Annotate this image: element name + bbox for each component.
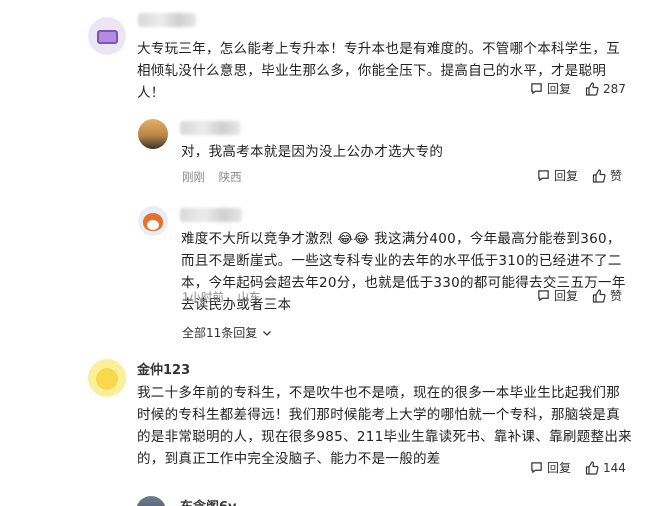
thumbs-up-icon — [585, 460, 599, 475]
comment-actions: 回复 赞 — [523, 167, 622, 184]
laughing-emoji: 😂😂 — [337, 231, 370, 247]
username[interactable] — [180, 208, 242, 222]
comment-icon — [538, 170, 549, 182]
reply-button[interactable]: 回复 — [530, 459, 571, 476]
comment-icon — [531, 83, 542, 95]
reply-label: 回复 — [554, 169, 579, 183]
expand-replies-label: 全部11条回复 — [182, 326, 258, 340]
expand-replies-button[interactable]: 全部11条回复 — [182, 324, 273, 341]
reply-button[interactable]: 回复 — [537, 167, 578, 184]
comment-time: 1小时前 — [182, 290, 224, 304]
thumbs-up-icon — [592, 288, 606, 303]
avatar[interactable] — [138, 206, 168, 236]
chevron-down-icon — [263, 330, 272, 336]
like-count: 287 — [603, 81, 626, 96]
comment-actions: 回复 144 — [516, 459, 626, 476]
comment-icon — [538, 290, 549, 302]
comment-text: 我二十多年前的专科生，不是吹牛也不是喷，现在的很多一本毕业生比起我们那时候的专科… — [137, 385, 632, 467]
reply-label: 回复 — [547, 461, 572, 475]
comment-meta: 1小时前 山东 — [182, 289, 270, 305]
comment-location: 山东 — [237, 290, 261, 304]
like-button[interactable]: 赞 — [592, 167, 622, 184]
reply-button[interactable]: 回复 — [537, 287, 578, 304]
comment-actions: 回复 赞 — [523, 287, 622, 304]
avatar[interactable] — [88, 359, 126, 397]
like-label: 赞 — [610, 289, 623, 303]
like-button[interactable]: 赞 — [592, 287, 622, 304]
comment-icon — [531, 462, 542, 474]
comment-location: 陕西 — [218, 170, 242, 184]
reply-button[interactable]: 回复 — [530, 80, 571, 97]
avatar[interactable] — [88, 17, 126, 55]
like-button[interactable]: 144 — [585, 461, 626, 475]
like-count: 144 — [603, 460, 626, 475]
avatar[interactable] — [138, 119, 168, 149]
like-label: 赞 — [610, 169, 623, 183]
username[interactable] — [180, 121, 240, 135]
comment-meta: 刚刚 陕西 — [182, 169, 252, 185]
reply-label: 回复 — [554, 289, 579, 303]
comment-text-start: 难度不大所以竞争才激烈 — [181, 231, 333, 247]
comment-actions: 回复 287 — [516, 80, 626, 97]
thumbs-up-icon — [585, 81, 599, 96]
username[interactable] — [138, 13, 196, 27]
username[interactable]: 金仲123 — [137, 359, 190, 378]
username[interactable]: 东念阁6y — [180, 496, 237, 506]
reply-label: 回复 — [547, 82, 572, 96]
like-button[interactable]: 287 — [585, 82, 626, 96]
avatar[interactable] — [136, 496, 166, 506]
comment-time: 刚刚 — [182, 170, 205, 184]
thumbs-up-icon — [592, 168, 606, 183]
comment-text: 对，我高考本就是因为没上公办才选大专的 — [181, 144, 444, 160]
